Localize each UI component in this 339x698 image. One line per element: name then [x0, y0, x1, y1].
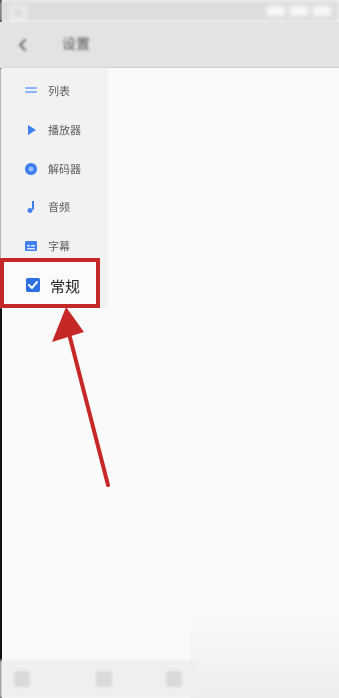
sidebar-item-general[interactable]: 常规 [0, 258, 100, 308]
sidebar-item-list[interactable]: 列表 [0, 72, 108, 110]
sidebar-item-label: 播放器 [48, 124, 81, 137]
decoder-icon [22, 160, 40, 178]
signal-icon [267, 6, 285, 16]
sidebar-item-decoder[interactable]: 解码器 [0, 150, 108, 188]
list-icon [22, 82, 40, 100]
battery-icon [313, 6, 331, 16]
nav-link-icon[interactable] [96, 671, 112, 687]
nav-home-icon[interactable] [14, 671, 30, 687]
status-indicator [10, 6, 26, 20]
nav-settings-icon[interactable] [166, 671, 182, 687]
background-fade [190, 610, 339, 698]
checkbox-icon [24, 276, 42, 294]
music-icon [22, 198, 40, 216]
top-app-bar: 设置 [0, 22, 339, 68]
sidebar-item-label: 列表 [48, 85, 70, 98]
wifi-icon [290, 6, 308, 16]
status-icons [267, 6, 331, 16]
back-button[interactable] [8, 30, 38, 60]
sidebar-item-player[interactable]: 播放器 [0, 111, 108, 149]
page-title: 设置 [62, 37, 90, 53]
sidebar-item-label: 字幕 [48, 240, 70, 253]
status-bar [0, 0, 339, 22]
sidebar-item-label: 音频 [48, 201, 70, 214]
back-arrow-icon [19, 39, 26, 51]
play-icon [22, 121, 40, 139]
sidebar-item-label: 解码器 [48, 163, 81, 176]
sidebar-item-audio[interactable]: 音频 [0, 188, 108, 226]
bottom-navigation [0, 660, 195, 698]
sidebar-item-label: 常规 [50, 278, 81, 296]
subtitle-icon [22, 237, 40, 255]
